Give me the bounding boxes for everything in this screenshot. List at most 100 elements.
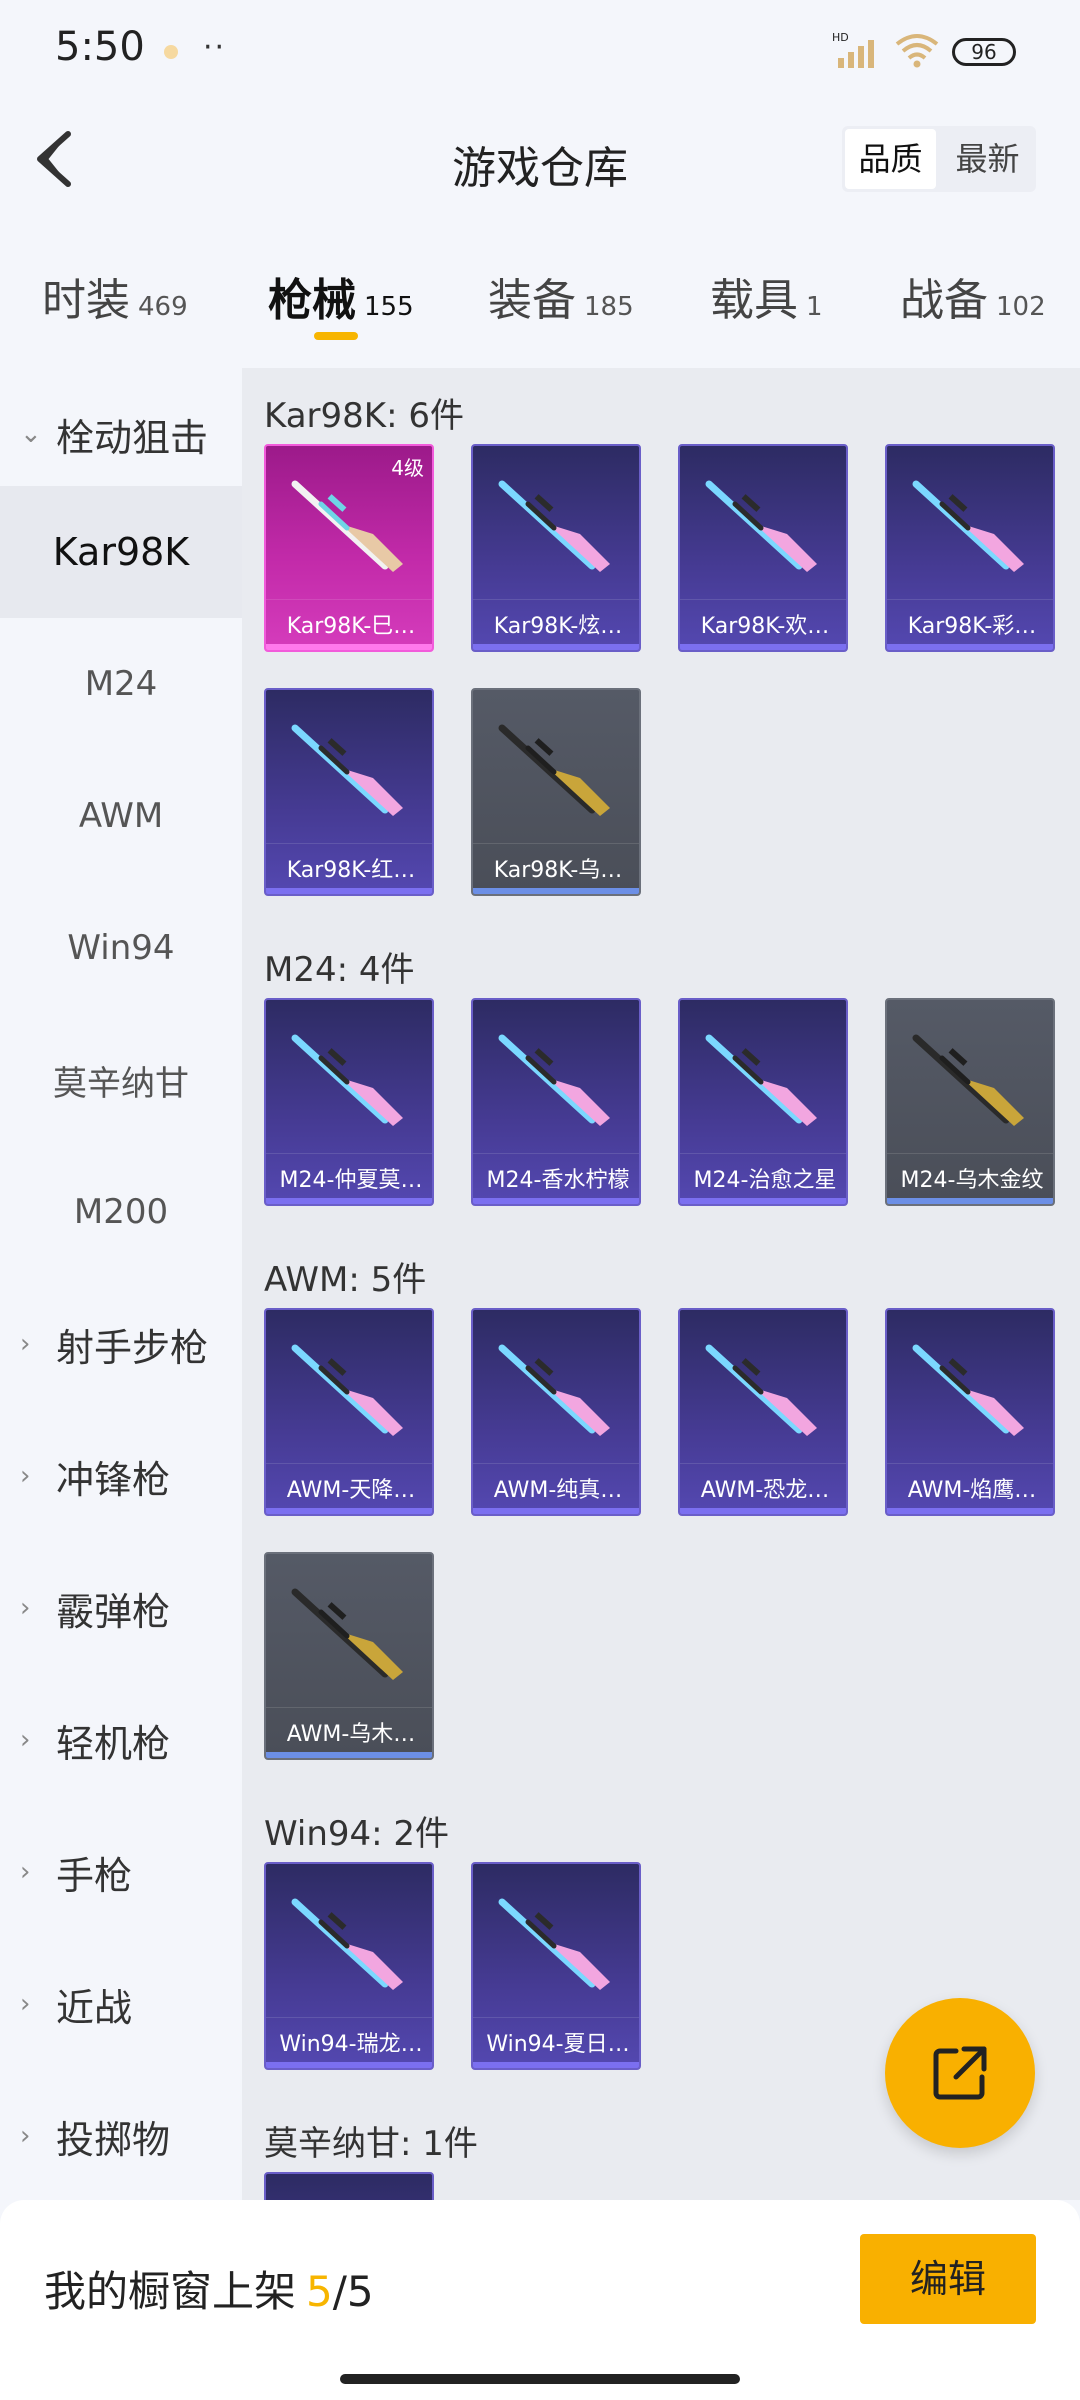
sort-toggle: 品质 最新	[842, 126, 1036, 192]
rifle-icon	[705, 480, 817, 572]
skin-card[interactable]: Win94-夏日…	[471, 1862, 641, 2070]
rifle-icon	[498, 1898, 610, 1990]
signal-bars-icon: HD	[832, 31, 874, 68]
showcase-bar: 我的橱窗上架 5/5 编辑	[0, 2200, 1080, 2400]
more-notifications-icon: ··	[203, 30, 227, 65]
skin-card[interactable]: Kar98K-彩…	[885, 444, 1055, 652]
sidebar-item-m24[interactable]: M24	[0, 618, 242, 750]
sidebar-group-smg[interactable]: › 冲锋枪	[0, 1410, 242, 1542]
level-badge: 4级	[391, 456, 424, 480]
tab-label: 载具	[710, 275, 798, 326]
tab-equipment[interactable]: 装备 185	[488, 264, 634, 328]
chevron-down-icon: ⌄	[20, 419, 42, 449]
sidebar-item-kar98k[interactable]: Kar98K	[0, 486, 242, 618]
skin-card[interactable]: Win94-瑞龙…	[264, 1862, 434, 2070]
game-warehouse-screen: 5:50 ·· HD 96 游戏仓库 品质 最新 时装 469 枪械 155 装…	[0, 0, 1080, 2400]
sidebar-group-label: 冲锋枪	[56, 1457, 171, 1502]
sidebar-group-label: 射手步枪	[56, 1325, 209, 1370]
rifle-icon	[291, 1588, 403, 1680]
status-bar: 5:50 ·· HD 96	[0, 0, 1080, 104]
skin-card[interactable]: AWM-纯真…	[471, 1308, 641, 1516]
tab-label: 枪械	[268, 275, 356, 326]
showcase-current-count: 5	[306, 2267, 333, 2316]
showcase-status: 我的橱窗上架 5/5	[44, 2258, 374, 2319]
tab-fashion[interactable]: 时装 469	[42, 264, 188, 328]
skin-card[interactable]: Kar98K-欢…	[678, 444, 848, 652]
sidebar-group-label: 手枪	[56, 1853, 133, 1898]
skin-name: Kar98K-彩…	[887, 599, 1053, 640]
sort-option-latest[interactable]: 最新	[942, 129, 1033, 189]
sidebar-group-label: 近战	[56, 1985, 133, 2030]
sidebar-group-shotgun[interactable]: › 霰弹枪	[0, 1542, 242, 1674]
tab-count: 1	[806, 292, 823, 322]
home-indicator	[340, 2374, 740, 2384]
skin-name: Kar98K-欢…	[680, 599, 846, 640]
skin-card[interactable]: M24-治愈之星	[678, 998, 848, 1206]
battery-indicator: 96	[952, 38, 1016, 66]
skin-name: AWM-乌木…	[266, 1707, 432, 1748]
sidebar-group-throwables[interactable]: › 投掷物	[0, 2070, 242, 2202]
skin-name: Kar98K-红…	[266, 843, 432, 884]
skin-name: Kar98K-巳…	[266, 599, 432, 640]
showcase-label: 我的橱窗上架	[44, 2267, 297, 2316]
rifle-icon	[912, 1344, 1024, 1436]
weapon-skin-list: Kar98K: 6件 4级 Kar98K-巳… Kar98K-炫… Kar98K-欢… K…	[242, 368, 1080, 2200]
sort-option-quality[interactable]: 品质	[845, 129, 936, 189]
sidebar-item-win94[interactable]: Win94	[0, 882, 242, 1014]
active-tab-indicator	[314, 332, 358, 340]
category-sidebar: ⌄ 栓动狙击 Kar98K M24 AWM Win94 莫辛纳甘 M200 › …	[0, 368, 242, 2200]
section-title: Win94: 2件	[264, 1814, 450, 1854]
skin-name: Kar98K-炫…	[473, 599, 639, 640]
tab-label: 装备	[488, 275, 576, 326]
tab-label: 时装	[42, 275, 130, 326]
sidebar-group-melee[interactable]: › 近战	[0, 1938, 242, 2070]
skin-name: AWM-纯真…	[473, 1463, 639, 1504]
skin-card[interactable]: M24-香水柠檬	[471, 998, 641, 1206]
rifle-icon	[912, 480, 1024, 572]
showcase-total-count: /5	[332, 2267, 374, 2316]
skin-card[interactable]: M24-仲夏莫…	[264, 998, 434, 1206]
skin-card[interactable]: M24-乌木金纹	[885, 998, 1055, 1206]
tab-guns[interactable]: 枪械 155	[268, 264, 414, 328]
chevron-right-icon: ›	[20, 1989, 31, 2019]
rifle-icon	[498, 480, 610, 572]
sidebar-item-mosin[interactable]: 莫辛纳甘	[0, 1014, 242, 1146]
header: 游戏仓库 品质 最新	[0, 104, 1080, 214]
sidebar-group-dmr[interactable]: › 射手步枪	[0, 1278, 242, 1410]
status-time: 5:50	[55, 24, 145, 70]
rifle-icon	[498, 1034, 610, 1126]
rifle-icon	[705, 1344, 817, 1436]
section-title: Kar98K: 6件	[264, 396, 464, 436]
category-tabs: 时装 469 枪械 155 装备 185 载具 1 战备 102	[0, 250, 1080, 350]
skin-card[interactable]: AWM-焰鹰…	[885, 1308, 1055, 1516]
skin-card[interactable]: Kar98K-乌…	[471, 688, 641, 896]
section-title: 莫辛纳甘: 1件	[264, 2124, 478, 2164]
share-button[interactable]	[885, 1998, 1035, 2148]
notification-dot-icon	[164, 45, 178, 59]
skin-card[interactable]: AWM-乌木…	[264, 1552, 434, 1760]
tab-count: 185	[584, 292, 634, 322]
sidebar-group-pistol[interactable]: › 手枪	[0, 1806, 242, 1938]
rifle-icon	[705, 1034, 817, 1126]
sidebar-item-awm[interactable]: AWM	[0, 750, 242, 882]
sidebar-group-lmg[interactable]: › 轻机枪	[0, 1674, 242, 1806]
skin-card[interactable]: Kar98K-炫…	[471, 444, 641, 652]
tab-supplies[interactable]: 战备 102	[900, 264, 1046, 328]
skin-card[interactable]: AWM-恐龙…	[678, 1308, 848, 1516]
skin-card[interactable]: 4级 Kar98K-巳…	[264, 444, 434, 652]
sidebar-item-label: M24	[84, 664, 158, 704]
skin-name: AWM-焰鹰…	[887, 1463, 1053, 1504]
skin-name: M24-香水柠檬	[473, 1153, 639, 1194]
skin-card[interactable]	[264, 2172, 434, 2200]
edit-button[interactable]: 编辑	[860, 2234, 1036, 2324]
sidebar-item-label: 莫辛纳甘	[53, 1063, 189, 1104]
skin-card[interactable]: AWM-天降…	[264, 1308, 434, 1516]
skin-card[interactable]: Kar98K-红…	[264, 688, 434, 896]
sidebar-item-m200[interactable]: M200	[0, 1146, 242, 1278]
rifle-icon	[498, 1344, 610, 1436]
tab-label: 战备	[900, 275, 988, 326]
tab-vehicles[interactable]: 载具 1	[710, 264, 823, 328]
sidebar-item-label: Win94	[67, 928, 175, 968]
rifle-icon	[291, 1034, 403, 1126]
sidebar-group-bolt-action[interactable]: ⌄ 栓动狙击	[0, 368, 242, 500]
